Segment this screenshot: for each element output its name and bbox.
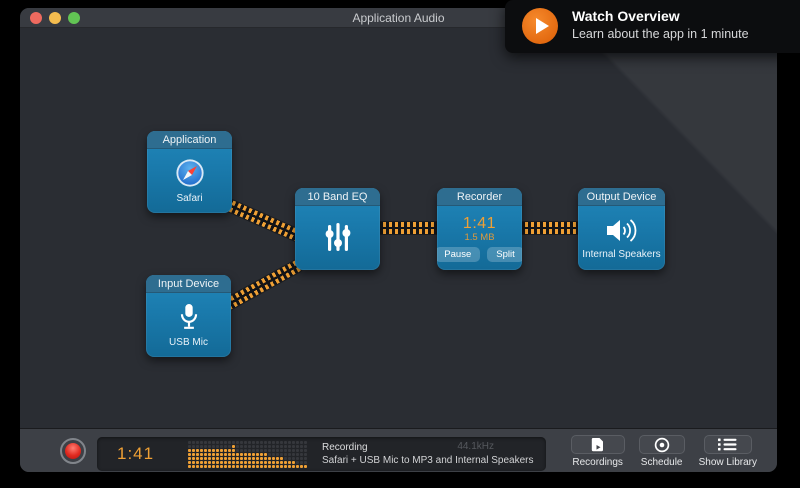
eq-block-header: 10 Band EQ — [295, 188, 380, 206]
status-title: Recording — [322, 441, 534, 454]
status-panel: 1:41 Recording Safari + USB Mic to MP3 a… — [97, 437, 546, 471]
output-device-block-label: Internal Speakers — [582, 249, 660, 260]
close-button[interactable] — [30, 12, 42, 24]
show-library-button[interactable]: Show Library — [699, 435, 757, 468]
split-button[interactable]: Split — [487, 247, 522, 262]
notification-title: Watch Overview — [572, 8, 749, 24]
app-window: Application Audio Application — [20, 8, 777, 472]
recordings-button-label: Recordings — [572, 457, 623, 468]
recorder-time: 1:41 — [463, 215, 496, 233]
notification-subtitle: Learn about the app in 1 minute — [572, 27, 749, 41]
window-title: Application Audio — [352, 11, 444, 25]
schedule-button[interactable]: Schedule — [639, 435, 685, 468]
session-canvas: Application Safari — [20, 28, 777, 428]
output-device-block-header: Output Device — [578, 188, 665, 206]
input-device-block[interactable]: Input Device USB Mic — [146, 275, 231, 357]
application-block-header: Application — [147, 131, 232, 149]
record-button[interactable] — [60, 438, 86, 464]
recorder-block-header: Recorder — [437, 188, 522, 206]
recordings-file-icon — [571, 435, 625, 454]
recorder-file-size: 1.5 MB — [464, 232, 494, 243]
status-detail: Safari + USB Mic to MP3 and Internal Spe… — [322, 454, 534, 467]
play-button[interactable] — [522, 8, 558, 44]
cable-eq-to-recorder — [377, 222, 440, 234]
minimize-button[interactable] — [49, 12, 61, 24]
bottom-toolbar: 1:41 Recording Safari + USB Mic to MP3 a… — [20, 428, 777, 472]
vu-meter — [188, 441, 307, 468]
pause-button[interactable]: Pause — [437, 247, 480, 262]
traffic-lights — [30, 12, 80, 24]
safari-icon — [175, 158, 205, 188]
schedule-button-label: Schedule — [641, 457, 683, 468]
input-device-block-header: Input Device — [146, 275, 231, 293]
input-device-block-label: USB Mic — [169, 337, 208, 348]
recordings-button[interactable]: Recordings — [571, 435, 625, 468]
sample-rate: 44.1kHz — [457, 441, 494, 452]
cable-application-to-eq — [223, 198, 302, 242]
toolbar-buttons: Recordings Schedule — [571, 435, 757, 468]
zoom-button[interactable] — [68, 12, 80, 24]
play-icon — [536, 18, 549, 34]
library-list-icon — [704, 435, 752, 454]
schedule-timer-icon — [639, 435, 685, 454]
application-block-label: Safari — [176, 193, 202, 204]
watch-overview-banner[interactable]: Watch Overview Learn about the app in 1 … — [505, 0, 800, 53]
cable-input-to-eq — [224, 260, 302, 310]
application-block[interactable]: Application Safari — [147, 131, 232, 213]
cable-recorder-to-output — [519, 222, 581, 234]
show-library-button-label: Show Library — [699, 457, 757, 468]
recorder-block[interactable]: Recorder 1:41 1.5 MB Pause Split — [437, 188, 522, 270]
recording-timer: 1:41 — [117, 444, 154, 464]
eq-sliders-icon — [321, 221, 355, 255]
mic-icon — [176, 302, 202, 332]
eq-block[interactable]: 10 Band EQ — [295, 188, 380, 270]
record-icon — [65, 443, 81, 459]
output-device-block[interactable]: Output Device Internal Speakers — [578, 188, 665, 270]
speaker-icon — [604, 217, 640, 244]
